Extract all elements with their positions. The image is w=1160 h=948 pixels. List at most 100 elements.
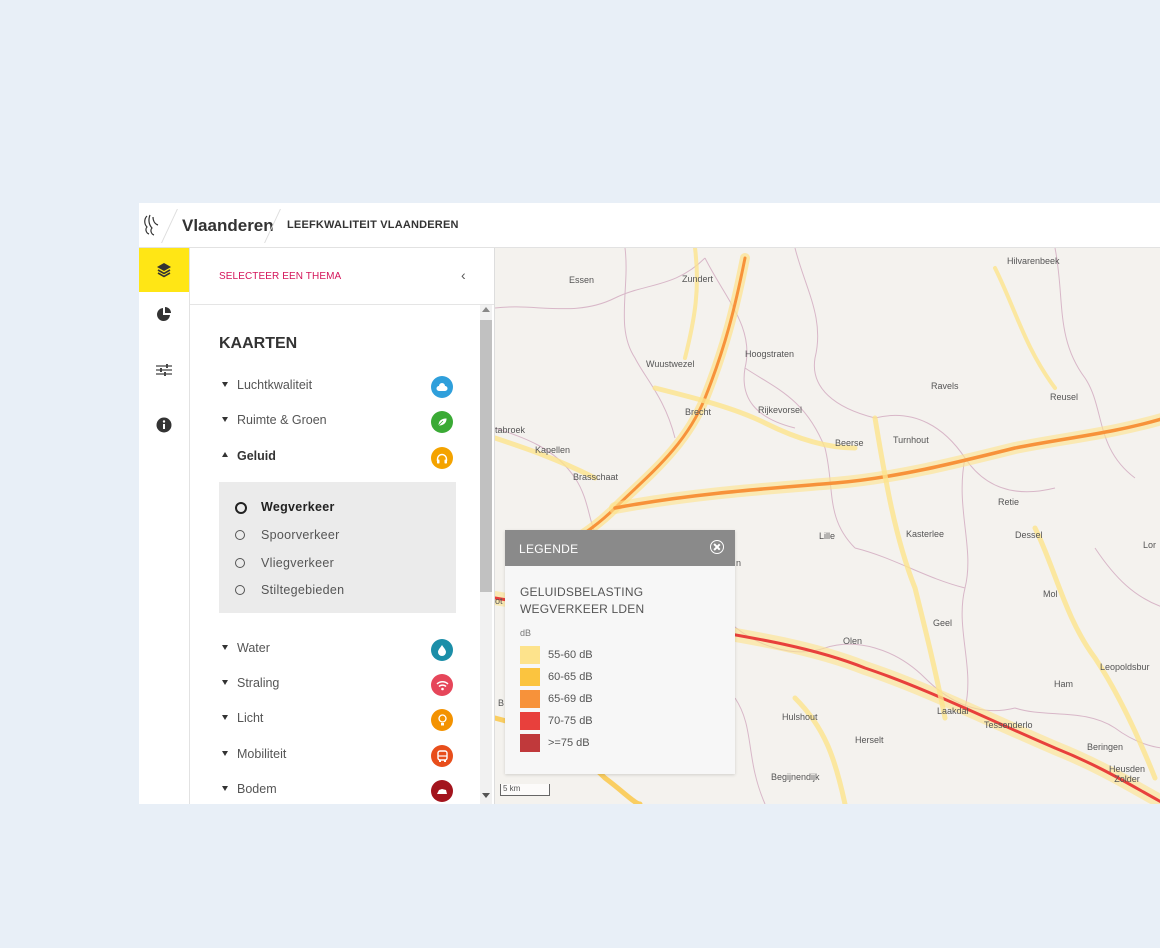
caret-down-icon (222, 417, 228, 422)
caret-down-icon (222, 382, 228, 387)
legend-title: GELUIDSBELASTING WEGVERKEER LDEN (520, 585, 645, 616)
panel-header: SELECTEER EEN THEMA ‹ (190, 248, 494, 305)
legend-header-title: LEGENDE (519, 542, 579, 556)
place-label: Kapellen (535, 445, 571, 455)
filter-button[interactable] (139, 348, 189, 392)
category-licht[interactable]: Licht (222, 709, 462, 731)
place-label: n (736, 558, 742, 568)
radio-button[interactable] (235, 558, 245, 568)
category-luchtkwaliteit[interactable]: Luchtkwaliteit (222, 376, 462, 398)
radio-label: Vliegverkeer (261, 556, 335, 570)
place-label: Mol (1043, 589, 1058, 599)
place-label: Tessenderlo (984, 720, 1033, 730)
app-window: Vlaanderen LEEFKWALITEIT VLAANDEREN SELE… (139, 203, 1160, 804)
radio-spoorverkeer[interactable]: Spoorverkeer (235, 527, 435, 547)
radio-button[interactable] (235, 585, 245, 595)
bus-icon (431, 745, 453, 767)
info-button[interactable] (139, 403, 189, 447)
place-label: Brasschaat (573, 472, 619, 482)
category-geluid[interactable]: Geluid (222, 447, 462, 469)
category-label: Straling (237, 676, 280, 690)
place-label: Olen (843, 636, 863, 646)
place-label: Laakdal (937, 706, 969, 716)
place-label: Begijnendijk (771, 772, 820, 782)
brand-title[interactable]: Vlaanderen (182, 216, 274, 236)
radio-button[interactable] (235, 530, 245, 540)
radio-label: Wegverkeer (261, 500, 335, 514)
legend-panel: LEGENDE GELUIDSBELASTING WEGVERKEER LDEN… (505, 530, 735, 774)
place-label: Wuustwezel (646, 359, 695, 369)
scale-bar: 5 km (500, 784, 550, 796)
place-label: Dessel (1015, 530, 1043, 540)
category-label: Mobiliteit (237, 747, 287, 761)
place-label: Heusden Zolder (1108, 764, 1146, 784)
radio-wegverkeer[interactable]: Wegverkeer (235, 499, 435, 519)
legend-swatch (520, 734, 540, 752)
place-label: Ravels (931, 381, 959, 391)
legend-item: 60-65 dB (520, 668, 720, 686)
place-label: Hoogstraten (745, 349, 795, 359)
legend-label: >=75 dB (548, 737, 590, 749)
legend-swatch (520, 690, 540, 708)
map-view[interactable]: Hilvarenbeek Essen Zundert Hoogstraten W… (495, 248, 1160, 804)
soil-icon (431, 780, 453, 802)
legend-item: 65-69 dB (520, 690, 720, 708)
legend-swatch (520, 646, 540, 664)
place-label: Rijkevorsel (758, 405, 803, 415)
legend-item: >=75 dB (520, 734, 720, 752)
sliders-icon (156, 364, 172, 376)
theme-panel: SELECTEER EEN THEMA ‹ KAARTEN Luchtkwali… (190, 248, 495, 804)
legend-item: 55-60 dB (520, 646, 720, 664)
place-label: ot (495, 596, 503, 606)
place-label: Leopoldsbur (1100, 662, 1150, 672)
panel-scrollbar-thumb[interactable] (480, 320, 492, 592)
category-bodem[interactable]: Bodem (222, 780, 462, 802)
place-label: Beerse (835, 438, 864, 448)
layers-icon (157, 263, 171, 278)
statistics-button[interactable] (139, 292, 189, 336)
legend-item: 70-75 dB (520, 712, 720, 730)
radio-vliegverkeer[interactable]: Vliegverkeer (235, 555, 435, 575)
radio-stiltegebieden[interactable]: Stiltegebieden (235, 582, 435, 602)
select-theme-link[interactable]: SELECTEER EEN THEMA (219, 271, 341, 282)
radio-button[interactable] (235, 502, 247, 514)
scroll-up-arrow-icon[interactable] (482, 307, 490, 312)
pie-chart-icon (157, 307, 171, 321)
place-label: Ham (1054, 679, 1074, 689)
caret-down-icon (222, 680, 228, 685)
caret-up-icon (222, 452, 228, 457)
legend-header: LEGENDE (505, 530, 735, 566)
collapse-panel-chevron-icon[interactable]: ‹ (461, 267, 466, 283)
place-label: B (498, 698, 505, 708)
radio-label: Spoorverkeer (261, 528, 340, 542)
legend-label: 65-69 dB (548, 693, 593, 705)
breadcrumb[interactable]: LEEFKWALITEIT VLAANDEREN (287, 219, 459, 231)
place-label: Kasterlee (906, 529, 945, 539)
scroll-down-arrow-icon[interactable] (482, 793, 490, 798)
place-label: Lille (819, 531, 836, 541)
place-label: Beringen (1087, 742, 1124, 752)
place-label: Retie (998, 497, 1020, 507)
cloud-icon (431, 376, 453, 398)
category-mobiliteit[interactable]: Mobiliteit (222, 745, 462, 767)
caret-down-icon (222, 645, 228, 650)
place-label: Reusel (1050, 392, 1079, 402)
legend-label: 55-60 dB (548, 649, 593, 661)
category-straling[interactable]: Straling (222, 674, 462, 696)
legend-label: 60-65 dB (548, 671, 593, 683)
info-icon (156, 417, 172, 433)
place-label: Zundert (682, 274, 714, 284)
caret-down-icon (222, 715, 228, 720)
category-ruimte-groen[interactable]: Ruimte & Groen (222, 411, 462, 433)
bulb-icon (431, 709, 453, 731)
place-label: Herselt (855, 735, 884, 745)
category-water[interactable]: Water (222, 639, 462, 661)
layers-button[interactable] (139, 248, 189, 292)
vlaanderen-lion-logo[interactable] (141, 213, 161, 237)
place-label: Brecht (685, 407, 712, 417)
legend-label: 70-75 dB (548, 715, 593, 727)
place-label: Hilvarenbeek (1007, 256, 1060, 266)
place-label: Lor (1143, 540, 1157, 550)
top-bar: Vlaanderen LEEFKWALITEIT VLAANDEREN (139, 203, 1160, 248)
close-legend-icon[interactable] (710, 540, 724, 554)
